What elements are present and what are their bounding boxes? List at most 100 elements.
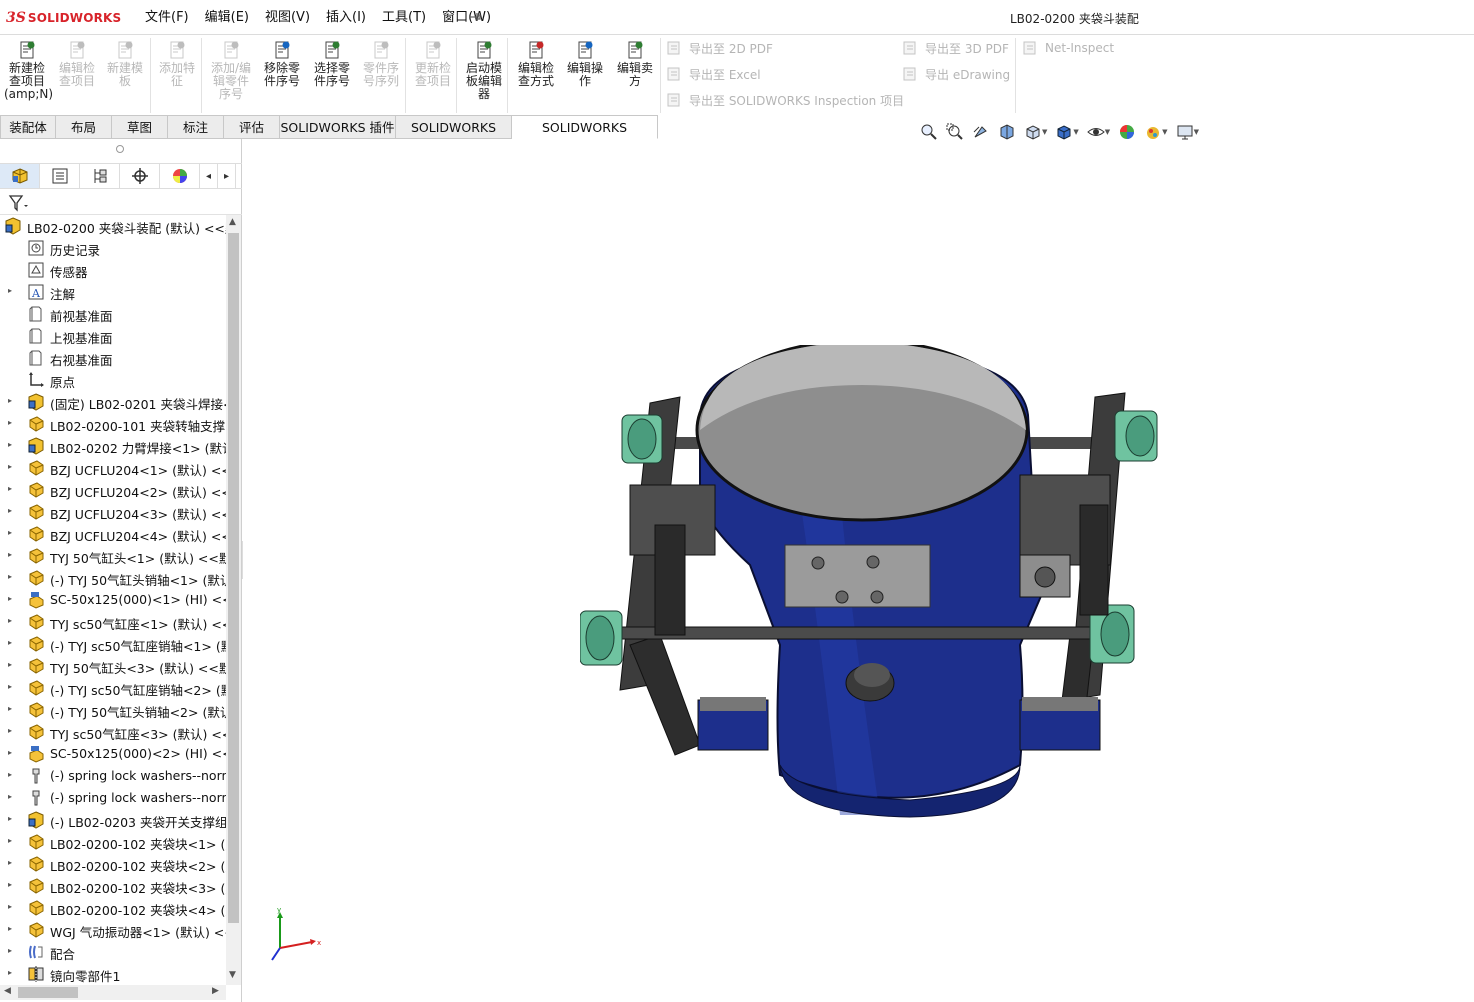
tree-item[interactable]: ▸ (-) LB02-0203 夹袋开关支撑组装 <box>0 809 226 831</box>
zoom-to-area-icon[interactable] <box>942 122 968 142</box>
tree-item[interactable]: 原点 <box>0 369 226 391</box>
tree-item[interactable]: ▸ (-) TYJ 50气缸头销轴<1> (默认) <box>0 567 226 589</box>
expand-arrow-icon[interactable]: ▸ <box>8 638 16 647</box>
tree-item[interactable]: ▸ SC-50x125(000)<1> (HI) <<HI <box>0 589 226 611</box>
tab-4[interactable]: 评估 <box>224 115 280 139</box>
propertymanager-tab[interactable] <box>40 164 80 188</box>
scroll-up-icon[interactable]: ▲ <box>229 217 236 227</box>
tree-item[interactable]: ▸ LB02-0200-102 夹袋块<3> (默 <box>0 875 226 897</box>
expand-arrow-icon[interactable]: ▸ <box>8 418 16 427</box>
tree-item[interactable]: ▸ A 注解 <box>0 281 226 303</box>
displaymanager-tab[interactable] <box>160 164 200 188</box>
tree-item[interactable]: ▸ (-) TYJ sc50气缸座销轴<1> (默认 <box>0 633 226 655</box>
tree-item[interactable]: ▸ TYJ sc50气缸座<3> (默认) <<默 <box>0 721 226 743</box>
expand-arrow-icon[interactable]: ▸ <box>8 506 16 515</box>
tree-item[interactable]: ▸ LB02-0202 力臂焊接<1> (默认) <box>0 435 226 457</box>
expand-arrow-icon[interactable]: ▸ <box>8 880 16 889</box>
tab-5[interactable]: SOLIDWORKS 插件 <box>280 115 396 139</box>
tree-item[interactable]: ▸ (固定) LB02-0201 夹袋斗焊接<1 <box>0 391 226 413</box>
view-settings-dropdown-icon[interactable]: ▼ <box>1194 128 1199 136</box>
cmd-edit-inspection[interactable]: 编辑检 查项目 <box>54 40 100 88</box>
expand-arrow-icon[interactable]: ▸ <box>8 770 16 779</box>
menu-2[interactable]: 视图(V) <box>257 9 318 27</box>
tree-item[interactable]: ▸ LB02-0200-102 夹袋块<1> (默 <box>0 831 226 853</box>
panel-collapse-handle[interactable] <box>116 145 124 153</box>
expand-arrow-icon[interactable]: ▸ <box>8 550 16 559</box>
expand-arrow-icon[interactable]: ▸ <box>8 792 16 801</box>
expand-arrow-icon[interactable]: ▸ <box>8 528 16 537</box>
expand-arrow-icon[interactable]: ▸ <box>8 440 16 449</box>
tree-item[interactable]: ▸ BZJ UCFLU204<3> (默认) <<默 <box>0 501 226 523</box>
expand-arrow-icon[interactable]: ▸ <box>8 858 16 867</box>
tab-2[interactable]: 草图 <box>112 115 168 139</box>
cmd-edit-method[interactable]: 编辑检 查方式 <box>512 40 560 88</box>
expand-arrow-icon[interactable]: ▸ <box>8 748 16 757</box>
tree-item[interactable]: ▸ SC-50x125(000)<2> (HI) <<HI <box>0 743 226 765</box>
hide-show-dropdown-icon[interactable]: ▼ <box>1105 128 1110 136</box>
dimxpertmanager-tab[interactable] <box>120 164 160 188</box>
tree-item[interactable]: ▸ BZJ UCFLU204<1> (默认) <<默 <box>0 457 226 479</box>
tabs-scroll-right-icon[interactable]: ▸ <box>218 164 236 188</box>
tree-vertical-scrollbar[interactable]: ▲ ▼ <box>226 215 241 985</box>
net-inspect-button[interactable]: Net-Inspect <box>1022 38 1114 58</box>
menu-0[interactable]: 文件(F) <box>137 9 197 27</box>
horizontal-scroll-thumb[interactable] <box>18 987 78 998</box>
edit-appearance-icon[interactable] <box>1114 122 1140 142</box>
tree-item[interactable]: ▸ (-) spring lock washers--norm <box>0 787 226 809</box>
expand-arrow-icon[interactable]: ▸ <box>8 462 16 471</box>
tree-item[interactable]: ▸ (-) TYJ 50气缸头销轴<2> (默认) <box>0 699 226 721</box>
expand-arrow-icon[interactable]: ▸ <box>8 726 16 735</box>
tree-horizontal-scrollbar[interactable]: ◀ ▶ <box>0 985 226 1000</box>
cmd-balloon-sequence[interactable]: 零件序 号序列 <box>358 40 404 88</box>
featuremanager-tab[interactable] <box>0 164 40 188</box>
section-view-icon[interactable] <box>994 122 1020 142</box>
tree-item[interactable]: ▸ (-) TYJ sc50气缸座销轴<2> (默认 <box>0 677 226 699</box>
tree-item[interactable]: ▸ TYJ 50气缸头<3> (默认) <<默认 <box>0 655 226 677</box>
expand-arrow-icon[interactable]: ▸ <box>8 814 16 823</box>
tree-item[interactable]: ▸ LB02-0200-101 夹袋转轴支撑< <box>0 413 226 435</box>
tree-item[interactable]: ▸ 配合 <box>0 941 226 963</box>
scroll-left-icon[interactable]: ◀ <box>4 986 11 996</box>
solidworks-logo[interactable]: 3S SOLIDWORKS <box>6 9 121 27</box>
menu-1[interactable]: 编辑(E) <box>197 9 257 27</box>
menu-3[interactable]: 插入(I) <box>318 9 374 27</box>
export-edrawing-button[interactable]: 导出 eDrawing <box>902 64 1010 84</box>
tree-item[interactable]: 前视基准面 <box>0 303 226 325</box>
cmd-select-balloon[interactable]: 选择零 件序号 <box>308 40 356 88</box>
tree-item[interactable]: ▸ BZJ UCFLU204<4> (默认) <<默 <box>0 523 226 545</box>
configurationmanager-tab[interactable] <box>80 164 120 188</box>
tree-item[interactable]: ▸ 镜向零部件1 <box>0 963 226 985</box>
tab-1[interactable]: 布局 <box>56 115 112 139</box>
tree-item[interactable]: ▸ BZJ UCFLU204<2> (默认) <<默 <box>0 479 226 501</box>
tree-item[interactable]: 历史记录 <box>0 237 226 259</box>
tabs-scroll-left-icon[interactable]: ◂ <box>200 164 218 188</box>
previous-view-icon[interactable] <box>968 122 994 142</box>
expand-arrow-icon[interactable]: ▸ <box>8 968 16 977</box>
expand-arrow-icon[interactable]: ▸ <box>8 660 16 669</box>
display-style-dropdown-icon[interactable]: ▼ <box>1073 128 1078 136</box>
expand-arrow-icon[interactable]: ▸ <box>8 616 16 625</box>
zoom-to-fit-icon[interactable] <box>916 122 942 142</box>
tree-item[interactable]: ▸ WGJ 气动振动器<1> (默认) << <box>0 919 226 941</box>
export-excel-button[interactable]: 导出至 Excel <box>666 64 761 84</box>
expand-arrow-icon[interactable]: ▸ <box>8 902 16 911</box>
scroll-right-icon[interactable]: ▶ <box>212 986 219 996</box>
tree-item[interactable]: ▸ TYJ sc50气缸座<1> (默认) <<默 <box>0 611 226 633</box>
expand-arrow-icon[interactable]: ▸ <box>8 594 16 603</box>
vertical-scroll-thumb[interactable] <box>228 233 239 923</box>
tab-7[interactable]: SOLIDWORKS Inspection <box>512 115 658 158</box>
cmd-add-feature[interactable]: 添加特 征 <box>154 40 200 88</box>
assembly-model[interactable] <box>580 345 1180 825</box>
filter-icon[interactable] <box>8 194 30 212</box>
cmd-new-template[interactable]: 新建模 板 <box>102 40 148 88</box>
cmd-edit-vendor[interactable]: 编辑卖 方 <box>612 40 658 88</box>
tree-item[interactable]: LB02-0200 夹袋斗装配 (默认) <<默 <box>0 215 226 237</box>
cmd-template-editor[interactable]: 启动模 板编辑 器 <box>460 40 508 101</box>
expand-arrow-icon[interactable]: ▸ <box>8 286 16 295</box>
tree-item[interactable]: 上视基准面 <box>0 325 226 347</box>
tab-0[interactable]: 装配体 <box>0 115 56 139</box>
tree-item[interactable]: ▸ LB02-0200-102 夹袋块<4> (默 <box>0 897 226 919</box>
expand-arrow-icon[interactable]: ▸ <box>8 484 16 493</box>
tab-3[interactable]: 标注 <box>168 115 224 139</box>
expand-arrow-icon[interactable]: ▸ <box>8 572 16 581</box>
